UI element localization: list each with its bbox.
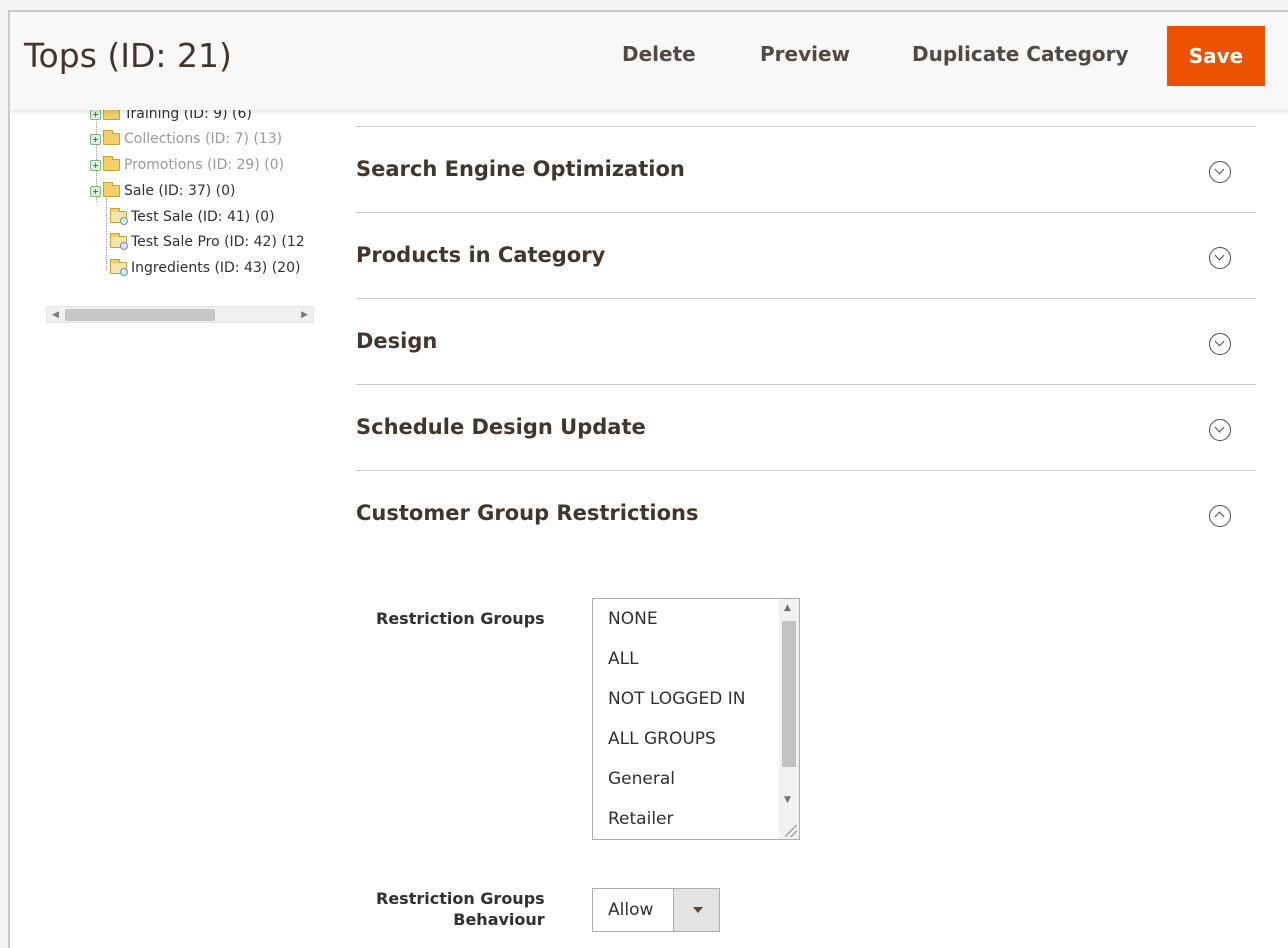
restriction-groups-multiselect[interactable]: NONE ALL NOT LOGGED IN ALL GROUPS Genera…	[592, 598, 800, 840]
tree-item-promotions[interactable]: Promotions (ID: 29) (0)	[90, 155, 284, 175]
option-all[interactable]: ALL	[608, 649, 639, 669]
expand-icon[interactable]	[90, 108, 101, 120]
expand-icon[interactable]	[90, 159, 101, 171]
option-retailer[interactable]: Retailer	[608, 809, 674, 829]
tree-connector	[106, 198, 107, 270]
restriction-groups-label: Restriction Groups	[376, 609, 545, 628]
tree-item-ingredients[interactable]: Ingredients (ID: 43) (20)	[110, 258, 300, 278]
folder-icon	[103, 182, 120, 197]
duplicate-category-button[interactable]: Duplicate Category	[912, 42, 1129, 66]
page-title: Tops (ID: 21)	[24, 36, 232, 75]
section-design[interactable]: Design	[356, 298, 1256, 384]
preview-button[interactable]: Preview	[760, 42, 850, 66]
tree-item-label: Test Sale (ID: 41) (0)	[131, 209, 275, 225]
tree-item-label: Promotions (ID: 29) (0)	[124, 157, 285, 173]
folder-icon	[103, 156, 120, 171]
tree-item-collections[interactable]: Collections (ID: 7) (13)	[90, 129, 282, 149]
section-title: Products in Category	[356, 243, 606, 267]
tree-item-sale[interactable]: Sale (ID: 37) (0)	[90, 181, 236, 201]
option-none[interactable]: NONE	[608, 609, 658, 629]
section-schedule-design-update[interactable]: Schedule Design Update	[356, 384, 1256, 470]
scrollbar-thumb[interactable]	[65, 309, 215, 321]
option-not-logged-in[interactable]: NOT LOGGED IN	[608, 689, 745, 709]
section-title: Customer Group Restrictions	[356, 501, 699, 525]
folder-search-icon	[110, 233, 128, 250]
tree-item-label: Sale (ID: 37) (0)	[124, 183, 236, 199]
option-all-groups[interactable]: ALL GROUPS	[608, 729, 716, 749]
page-header: Tops (ID: 21) Delete Preview Duplicate C…	[10, 12, 1288, 110]
folder-icon	[103, 130, 120, 145]
tree-horizontal-scrollbar[interactable]: ◀ ▶	[46, 306, 314, 323]
tree-item-test-sale[interactable]: Test Sale (ID: 41) (0)	[110, 207, 275, 227]
tree-item-label: Test Sale Pro (ID: 42) (12	[131, 234, 305, 250]
section-title: Schedule Design Update	[356, 415, 646, 439]
tree-item-label: Collections (ID: 7) (13)	[124, 131, 283, 147]
restriction-behaviour-label-line1: Restriction Groups	[376, 889, 545, 908]
expand-icon[interactable]	[90, 185, 101, 197]
tree-item-label: Ingredients (ID: 43) (20)	[131, 260, 301, 276]
section-customer-group-restrictions[interactable]: Customer Group Restrictions	[356, 470, 1256, 556]
folder-search-icon	[110, 259, 128, 276]
section-products-in-category[interactable]: Products in Category	[356, 212, 1256, 298]
chevron-up-icon[interactable]	[1209, 505, 1231, 527]
section-title: Search Engine Optimization	[356, 157, 685, 181]
delete-button[interactable]: Delete	[622, 42, 696, 66]
expand-icon[interactable]	[90, 133, 101, 145]
tree-item-test-sale-pro[interactable]: Test Sale Pro (ID: 42) (12	[110, 232, 305, 252]
scroll-right-icon[interactable]: ▶	[301, 310, 308, 320]
chevron-down-icon[interactable]	[1209, 247, 1231, 269]
restriction-behaviour-select[interactable]: Allow	[592, 888, 720, 932]
chevron-down-icon[interactable]	[1209, 419, 1231, 441]
save-button[interactable]: Save	[1167, 26, 1265, 86]
scrollbar-thumb[interactable]	[782, 621, 796, 767]
section-search-engine-optimization[interactable]: Search Engine Optimization	[356, 126, 1256, 212]
resize-grip-icon[interactable]	[785, 825, 797, 837]
restriction-behaviour-label-line2: Behaviour	[453, 910, 545, 929]
select-value: Allow	[608, 900, 654, 920]
chevron-down-icon[interactable]	[1209, 161, 1231, 183]
chevron-down-icon[interactable]	[1209, 333, 1231, 355]
section-title: Design	[356, 329, 438, 353]
admin-frame: Tops (ID: 21) Delete Preview Duplicate C…	[8, 10, 1288, 948]
folder-search-icon	[110, 208, 128, 225]
scroll-up-icon[interactable]: ▲	[784, 603, 791, 613]
listbox-scrollbar[interactable]: ▲ ▼	[779, 599, 799, 839]
scroll-down-icon[interactable]: ▼	[784, 795, 791, 805]
restriction-behaviour-label: Restriction Groups Behaviour	[376, 888, 545, 930]
scroll-left-icon[interactable]: ◀	[52, 310, 59, 320]
option-general[interactable]: General	[608, 769, 675, 789]
dropdown-arrow-icon[interactable]	[673, 889, 719, 931]
